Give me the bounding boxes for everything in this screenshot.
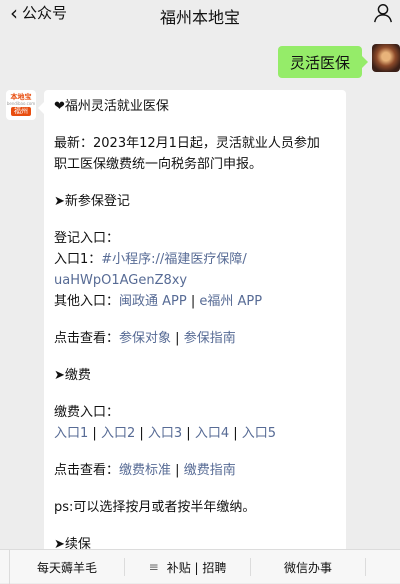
person-icon[interactable]: [372, 2, 394, 24]
menu-item-2-label: 补贴 | 招聘: [166, 560, 227, 575]
pay-entry-5-link[interactable]: 入口5: [242, 426, 276, 441]
click-view-label: 点击查看：: [54, 331, 120, 346]
pay-separator-3: |: [182, 426, 195, 441]
menu-item-2[interactable]: ≡ 补贴 | 招聘: [125, 550, 250, 584]
menu-icon: ≡: [148, 560, 159, 574]
pay-separator-1: |: [88, 426, 101, 441]
view-separator: |: [171, 331, 184, 346]
reply-heading: ❤福州灵活就业医保: [54, 99, 169, 114]
pay-standard-link[interactable]: 缴费标准: [119, 463, 171, 478]
other-prefix: 其他入口：: [54, 294, 120, 309]
avatar-domain: bendibao.com: [6, 101, 36, 106]
entry1-link-cont[interactable]: uaHWpO1AGenZ8xy: [54, 273, 187, 288]
insurance-guide-link[interactable]: 参保指南: [184, 331, 236, 346]
pay-view-separator: |: [171, 463, 184, 478]
pay-entry-4-link[interactable]: 入口4: [195, 426, 229, 441]
efuzhou-app-link[interactable]: e福州 APP: [199, 294, 262, 309]
entry1-line: 入口1：#小程序://福建医疗保障/: [54, 249, 336, 270]
reply-bubble: ❤福州灵活就业医保 最新：2023年12月1日起，灵活就业人员参加 职工医保缴费…: [38, 90, 346, 549]
menu-item-3-label: 微信办事: [283, 560, 332, 575]
entry1-line-2: uaHWpO1AGenZ8xy: [54, 270, 336, 291]
pay-guide-link[interactable]: 缴费指南: [184, 463, 236, 478]
my-avatar[interactable]: [372, 44, 400, 72]
pay-entry-1-link[interactable]: 入口1: [54, 426, 88, 441]
section-renew: ➤续保: [54, 537, 91, 549]
pay-view-line: 点击查看：缴费标准 | 缴费指南: [54, 460, 336, 481]
other-entries-line: 其他入口：闽政通 APP | e福州 APP: [54, 291, 336, 312]
menu-item-1[interactable]: 每天薅羊毛: [10, 550, 124, 584]
my-message-text: 灵活医保: [289, 53, 350, 72]
chat-area: 灵活医保 本地宝 bendibao.com 福州 ❤福州灵活就业医保 最新：20…: [0, 28, 400, 549]
chat-title: 福州本地宝: [159, 8, 240, 27]
pay-entries-line: 入口1 | 入口2 | 入口3 | 入口4 | 入口5: [54, 423, 336, 444]
pay-heading: 缴费入口：: [54, 405, 120, 420]
latest-notice-line-2: 职工医保缴费统一向税务部门申报。: [54, 157, 263, 172]
pay-separator-4: |: [229, 426, 242, 441]
section-register: ➤新参保登记: [54, 194, 130, 209]
mzt-app-link[interactable]: 闽政通 APP: [119, 294, 187, 309]
section-pay: ➤缴费: [54, 368, 91, 383]
menu-item-3[interactable]: 微信办事: [251, 550, 365, 584]
bottom-menu-bar: 每天薅羊毛 ≡ 补贴 | 招聘 微信办事: [0, 549, 400, 584]
avatar-city: 福州: [11, 107, 31, 116]
my-message-bubble[interactable]: 灵活医保: [277, 46, 369, 78]
top-bar: ‹ 公众号 福州本地宝: [0, 0, 400, 28]
keyboard-toggle[interactable]: [0, 550, 10, 584]
payment-note: ps:可以选择按月或者按半年缴纳。: [54, 500, 256, 515]
insured-target-link[interactable]: 参保对象: [119, 331, 171, 346]
pay-separator-2: |: [135, 426, 148, 441]
pay-entry-3-link[interactable]: 入口3: [148, 426, 182, 441]
pay-entry-2-link[interactable]: 入口2: [101, 426, 135, 441]
avatar-brand: 本地宝: [10, 93, 32, 101]
account-avatar[interactable]: 本地宝 bendibao.com 福州: [6, 90, 36, 120]
other-separator: |: [186, 294, 200, 309]
entry1-prefix: 入口1：: [54, 252, 102, 267]
menu-divider: [365, 558, 366, 576]
entry-heading: 登记入口：: [54, 231, 120, 246]
latest-notice-line-1: 最新：2023年12月1日起，灵活就业人员参加: [54, 136, 320, 151]
menu-item-1-label: 每天薅羊毛: [36, 560, 97, 575]
entry1-link[interactable]: #小程序://福建医疗保障/: [101, 252, 246, 267]
register-view-line: 点击查看：参保对象 | 参保指南: [54, 328, 336, 349]
pay-click-view-label: 点击查看：: [54, 463, 120, 478]
